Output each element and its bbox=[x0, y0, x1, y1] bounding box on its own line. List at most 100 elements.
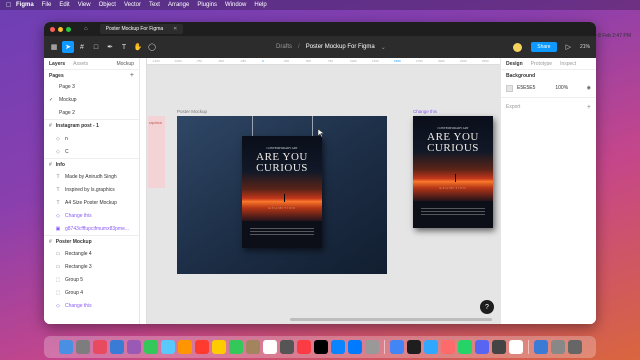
layer-item[interactable]: ⬚ Group 4 bbox=[44, 286, 139, 299]
add-export-icon[interactable]: + bbox=[587, 104, 591, 111]
preview-icon[interactable] bbox=[364, 340, 379, 354]
illustrator-icon[interactable] bbox=[440, 340, 455, 354]
move-tool-icon[interactable]: ➤ bbox=[62, 41, 74, 53]
menu-edit[interactable]: Edit bbox=[59, 2, 69, 8]
trash-icon[interactable] bbox=[550, 340, 565, 354]
background-opacity-input[interactable]: 100% bbox=[555, 85, 568, 91]
messages-icon[interactable] bbox=[143, 340, 158, 354]
text-tool-icon[interactable]: T bbox=[118, 41, 130, 53]
launchpad-icon[interactable] bbox=[75, 340, 90, 354]
folder-icon[interactable] bbox=[567, 340, 582, 354]
canvas[interactable]: -1250 -1000 -750 -500 -250 0 250 500 750 1000 1250… bbox=[140, 58, 500, 324]
safari-icon[interactable] bbox=[109, 340, 124, 354]
layer-item[interactable]: ◇ Change this bbox=[44, 299, 139, 312]
layer-item[interactable]: ▣ g8743cfffupcifm­umx83pme... bbox=[44, 222, 139, 235]
whatsapp-icon[interactable] bbox=[457, 340, 472, 354]
menu-text[interactable]: Text bbox=[149, 2, 160, 8]
layer-item[interactable]: ▭ Rectangle 4 bbox=[44, 248, 139, 261]
layer-item[interactable]: ◇ n bbox=[44, 132, 139, 145]
frame-tool-icon[interactable]: # bbox=[76, 41, 88, 53]
background-swatch[interactable] bbox=[506, 84, 513, 92]
layer-item[interactable]: ◇ C bbox=[44, 145, 139, 158]
maps-icon[interactable] bbox=[177, 340, 192, 354]
horizontal-scrollbar[interactable] bbox=[290, 318, 492, 321]
photos-booth-icon[interactable] bbox=[92, 340, 107, 354]
layer-frame[interactable]: # Info bbox=[44, 157, 139, 171]
contacts-icon[interactable] bbox=[245, 340, 260, 354]
change-this-poster[interactable]: CONTEMPORARY ART ARE YOU CURIOUS EXHIBIT… bbox=[413, 116, 493, 228]
close-tab-icon[interactable]: ✕ bbox=[173, 26, 177, 32]
page-item[interactable]: Page 3 bbox=[44, 81, 139, 94]
tv-icon[interactable] bbox=[313, 340, 328, 354]
present-icon[interactable]: ▷ bbox=[566, 43, 571, 51]
layer-item[interactable]: T A4 Size Poster Mockup bbox=[44, 197, 139, 210]
help-button[interactable]: ? bbox=[480, 300, 494, 314]
discord-icon[interactable] bbox=[474, 340, 489, 354]
menu-plugins[interactable]: Plugins bbox=[197, 2, 217, 8]
menu-file[interactable]: File bbox=[42, 2, 52, 8]
page-item[interactable]: ✓ Mockup bbox=[44, 94, 139, 107]
minimize-window-button[interactable] bbox=[58, 26, 63, 32]
main-menu-icon[interactable]: ▦ bbox=[48, 41, 60, 53]
mail-icon[interactable] bbox=[160, 340, 175, 354]
settings-icon[interactable] bbox=[279, 340, 294, 354]
frame-label-change-this[interactable]: Change this bbox=[413, 109, 437, 114]
tab-design[interactable]: Design bbox=[506, 61, 523, 67]
comment-tool-icon[interactable]: ◯ bbox=[146, 41, 158, 53]
photoshop-icon[interactable] bbox=[423, 340, 438, 354]
file-tab[interactable]: Poster Mockup For Figma ✕ bbox=[99, 24, 184, 34]
tab-assets[interactable]: Assets bbox=[73, 61, 88, 67]
layer-item[interactable]: T Made by Anirudh Singh bbox=[44, 171, 139, 184]
add-page-icon[interactable]: + bbox=[130, 72, 134, 79]
menu-arrange[interactable]: Arrange bbox=[168, 2, 189, 8]
breadcrumb-folder[interactable]: Drafts bbox=[276, 44, 292, 50]
hand-tool-icon[interactable]: ✋ bbox=[132, 41, 144, 53]
layer-item[interactable]: ⬚ Group 5 bbox=[44, 274, 139, 287]
partial-frame[interactable] bbox=[148, 116, 165, 188]
page-selector[interactable]: Mockup bbox=[116, 61, 134, 67]
menu-view[interactable]: View bbox=[78, 2, 91, 8]
tab-layers[interactable]: Layers bbox=[49, 61, 65, 67]
keynote-icon[interactable] bbox=[347, 340, 362, 354]
background-hex-input[interactable]: E5E5E5 bbox=[517, 85, 535, 91]
page-item[interactable]: Page 2 bbox=[44, 107, 139, 120]
finder-icon[interactable] bbox=[58, 340, 73, 354]
menu-help[interactable]: Help bbox=[254, 2, 266, 8]
avatar[interactable] bbox=[513, 42, 523, 52]
pen-tool-icon[interactable]: ✒ bbox=[104, 41, 116, 53]
menu-window[interactable]: Window bbox=[225, 2, 246, 8]
tab-prototype[interactable]: Prototype bbox=[531, 61, 552, 67]
layer-frame[interactable]: # Poster Mockup bbox=[44, 234, 139, 248]
figma-icon[interactable] bbox=[406, 340, 421, 354]
home-icon[interactable]: ⌂ bbox=[84, 26, 88, 32]
layer-item[interactable]: T Inspired by ls.graphics bbox=[44, 184, 139, 197]
menu-object[interactable]: Object bbox=[99, 2, 116, 8]
mockup-poster[interactable]: CONTEMPORARY ART ARE YOU CURIOUS EXHIBIT… bbox=[242, 136, 322, 248]
music-icon[interactable] bbox=[296, 340, 311, 354]
podcasts-icon[interactable] bbox=[126, 340, 141, 354]
layer-item[interactable]: ◇ Change this bbox=[44, 209, 139, 222]
terminal-icon[interactable] bbox=[491, 340, 506, 354]
chrome-icon[interactable] bbox=[389, 340, 404, 354]
frame-label-poster-mockup[interactable]: Poster Mockup bbox=[177, 109, 207, 114]
tab-inspect[interactable]: Inspect bbox=[560, 61, 576, 67]
menu-app-name[interactable]: Figma bbox=[16, 2, 34, 8]
eye-icon[interactable]: ◉ bbox=[587, 85, 591, 91]
appstore-icon[interactable] bbox=[330, 340, 345, 354]
downloads-icon[interactable] bbox=[533, 340, 548, 354]
menu-vector[interactable]: Vector bbox=[124, 2, 141, 8]
close-window-button[interactable] bbox=[50, 26, 55, 32]
facetime-icon[interactable] bbox=[228, 340, 243, 354]
layer-item[interactable]: ▭ Rectangle 3 bbox=[44, 261, 139, 274]
chevron-down-icon[interactable]: ⌄ bbox=[381, 44, 386, 51]
notes-icon[interactable] bbox=[211, 340, 226, 354]
layer-frame[interactable]: # Instagram post - 1 bbox=[44, 119, 139, 132]
notion-icon[interactable] bbox=[508, 340, 523, 354]
shape-tool-icon[interactable]: □ bbox=[90, 41, 102, 53]
apple-icon[interactable]:  bbox=[6, 2, 16, 9]
reminders-icon[interactable] bbox=[262, 340, 277, 354]
breadcrumb-file[interactable]: Poster Mockup For Figma bbox=[306, 44, 375, 50]
zoom-level[interactable]: 21% bbox=[580, 44, 590, 50]
share-button[interactable]: Share bbox=[531, 42, 557, 52]
maximize-window-button[interactable] bbox=[66, 26, 71, 32]
